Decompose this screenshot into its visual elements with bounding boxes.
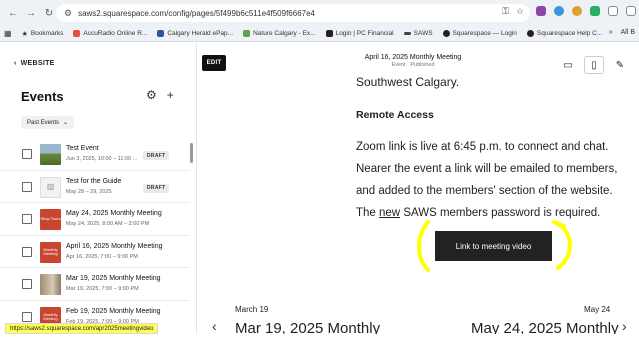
event-thumbnail: Monthly Meeting: [40, 241, 61, 263]
address-bar[interactable]: ⚙ saws2.squarespace.com/config/pages/5f4…: [56, 4, 530, 22]
event-title: Test Event: [66, 145, 99, 152]
next-event-date: May 24: [584, 305, 611, 314]
event-date: Apr 16, 2025, 7:00 – 9:00 PM: [66, 253, 138, 260]
nature-calgary-icon: [243, 30, 251, 37]
bookmark-star-icon[interactable]: ☆: [516, 6, 524, 17]
row-checkbox[interactable]: [22, 149, 32, 159]
page-title: April 16, 2025 Monthly Meeting: [364, 54, 462, 61]
event-title: April 16, 2025 Monthly Meeting: [66, 242, 163, 250]
events-panel: ‹ WEBSITE Events ⚙ + Past Events ⌄ Test …: [0, 43, 197, 334]
pc-financial-icon: [325, 30, 333, 37]
apps-grid-icon[interactable]: ▦: [4, 29, 12, 38]
saws-icon: [403, 32, 411, 35]
remote-access-heading: Remote Access: [356, 109, 434, 121]
scrollbar-thumb[interactable]: [190, 143, 193, 163]
event-row[interactable]: Monthly Meeting April 16, 2025 Monthly M…: [0, 236, 190, 268]
event-row[interactable]: Shop Tours May 24, 2025 Monthly Meeting …: [0, 203, 190, 236]
desktop-view-icon[interactable]: ▭: [558, 56, 578, 74]
mobile-view-icon[interactable]: ▯: [584, 56, 604, 74]
prev-event-link[interactable]: Mar 19, 2025 Monthly: [235, 320, 380, 334]
bookmark-item[interactable]: Calgary Herald ePap...: [157, 30, 233, 37]
extensions-puzzle-icon[interactable]: [608, 6, 618, 16]
page-status: Event · Published: [391, 62, 435, 68]
event-title: May 24, 2025 Monthly Meeting: [66, 210, 162, 217]
status-bar-url: https://saws2.squarespace.com/apr2025mee…: [5, 323, 159, 334]
chevron-down-icon: ⌄: [63, 120, 69, 126]
squarespace-icon: [442, 30, 450, 37]
draft-badge: DRAFT: [143, 151, 170, 160]
page-preview: EDIT April 16, 2025 Monthly Meeting Even…: [198, 43, 634, 334]
design-brush-icon[interactable]: ✎: [610, 56, 630, 74]
bookmarks-bar: ▦ ★ Bookmarks AccuRadio Online R... Calga…: [0, 26, 639, 42]
password-key-icon[interactable]: ⚿: [502, 6, 509, 17]
prev-arrow-icon[interactable]: ‹: [212, 318, 217, 334]
event-thumbnail: [40, 274, 61, 295]
extension-icon[interactable]: [572, 6, 582, 16]
extension-icon[interactable]: [590, 6, 600, 16]
panel-title: Events: [21, 89, 64, 104]
event-title: Feb 19, 2025 Monthly Meeting: [66, 307, 161, 315]
bookmark-item[interactable]: Squarespace — Login: [442, 30, 517, 37]
image-placeholder-icon: ▨: [40, 176, 61, 198]
event-date: Jun 3, 2025, 10:00 – 11:00 ...: [66, 156, 138, 162]
event-row[interactable]: Mar 19, 2025 Monthly Meeting Mar 19, 202…: [0, 268, 190, 301]
all-bookmarks-folder[interactable]: All B: [621, 29, 635, 36]
row-checkbox[interactable]: [22, 214, 32, 224]
site-info-icon[interactable]: ⚙: [64, 8, 72, 19]
next-arrow-icon[interactable]: ›: [622, 318, 627, 334]
bookmark-item[interactable]: Login | PC Financial: [325, 30, 394, 37]
calgary-herald-icon: [157, 30, 165, 37]
event-list: Test Event Jun 3, 2025, 10:00 – 11:00 ..…: [0, 138, 190, 333]
settings-gear-icon[interactable]: ⚙: [146, 88, 157, 102]
paragraph-line: Zoom link is live at 6:45 p.m. to connec…: [356, 141, 609, 153]
edit-button[interactable]: EDIT: [202, 55, 226, 71]
add-event-plus-icon[interactable]: +: [167, 88, 174, 102]
forward-arrow-icon[interactable]: →: [24, 6, 38, 20]
prev-event-date: March 19: [235, 305, 269, 314]
bookmark-item[interactable]: Squarespace Help C...: [526, 30, 602, 37]
chevron-left-icon: ‹: [14, 60, 17, 67]
bookmarks-overflow-icon[interactable]: »: [609, 29, 613, 36]
row-checkbox[interactable]: [22, 181, 32, 192]
event-row[interactable]: ▨ Test for the Guide May 28 – 29, 2025 D…: [0, 171, 190, 203]
back-arrow-icon[interactable]: ←: [6, 6, 20, 20]
event-date: Mar 19, 2025, 7:00 – 9:00 PM: [66, 286, 139, 292]
event-date: May 28 – 29, 2025: [66, 188, 112, 195]
event-title: Test for the Guide: [66, 177, 122, 185]
row-checkbox[interactable]: [22, 246, 32, 257]
paragraph-line: and added to the members' section of the…: [356, 185, 613, 197]
window-bottom-edge: [0, 334, 639, 343]
squarespace-icon: [526, 30, 534, 37]
event-thumbnail: Shop Tours: [40, 209, 61, 230]
next-event-link[interactable]: May 24, 2025 Monthly: [471, 320, 619, 334]
row-checkbox[interactable]: [22, 311, 32, 322]
address-url: saws2.squarespace.com/config/pages/5f499…: [78, 8, 315, 18]
event-title: Mar 19, 2025 Monthly Meeting: [66, 275, 161, 282]
paragraph-line: Nearer the event a link will be emailed …: [356, 163, 618, 175]
event-thumbnail: [40, 144, 61, 165]
event-date: May 24, 2025, 8:00 AM – 2:00 PM: [66, 221, 150, 227]
reload-icon[interactable]: ↻: [42, 6, 56, 20]
extension-icon[interactable]: [536, 6, 546, 16]
back-to-website-link[interactable]: ‹ WEBSITE: [14, 60, 55, 67]
browser-toolbar: ← → ↻ ⚙ saws2.squarespace.com/config/pag…: [0, 0, 639, 26]
sidepanel-icon[interactable]: [626, 6, 636, 16]
bookmark-item[interactable]: SAWS: [403, 30, 433, 37]
new-underlined-text: new: [379, 207, 401, 219]
event-row[interactable]: Test Event Jun 3, 2025, 10:00 – 11:00 ..…: [0, 138, 190, 171]
row-checkbox[interactable]: [22, 279, 32, 289]
bookmark-item[interactable]: Nature Calgary - Ex...: [243, 30, 316, 37]
bookmark-item[interactable]: ★ Bookmarks: [21, 30, 64, 38]
star-icon: ★: [21, 31, 28, 38]
meeting-video-link-button[interactable]: Link to meeting video: [435, 231, 552, 261]
extension-icon[interactable]: [554, 6, 564, 16]
draft-badge: DRAFT: [143, 183, 170, 193]
events-filter-dropdown[interactable]: Past Events ⌄: [21, 116, 75, 129]
bookmark-item[interactable]: AccuRadio Online R...: [73, 30, 147, 37]
accuradio-icon: [73, 30, 81, 37]
location-text: Southwest Calgary.: [356, 75, 460, 89]
